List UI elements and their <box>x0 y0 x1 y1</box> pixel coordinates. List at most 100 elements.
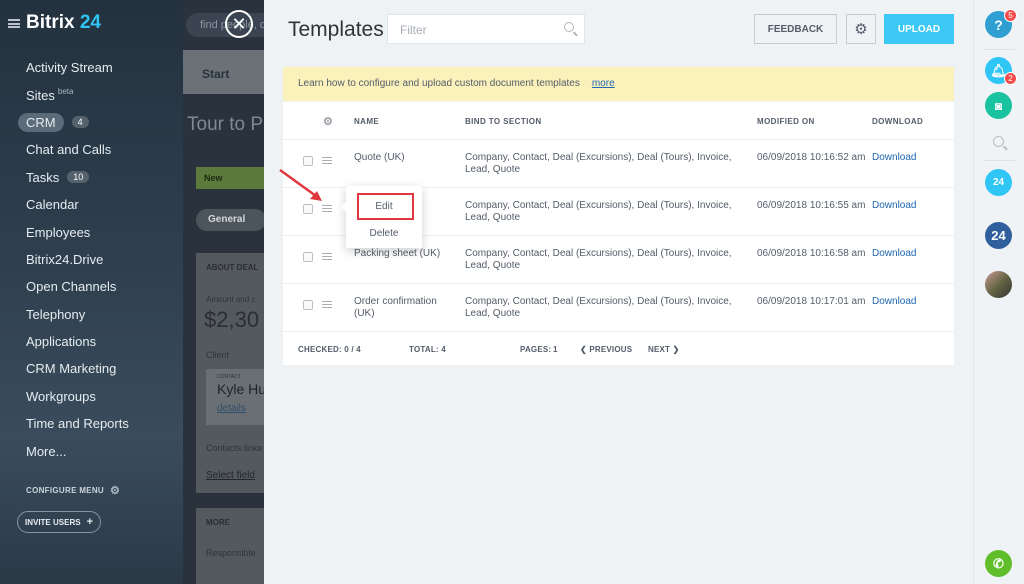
chevron-left-icon: ❮ <box>580 345 590 354</box>
avatar[interactable] <box>985 271 1012 298</box>
notice-more-link[interactable]: more <box>592 78 615 89</box>
checked-count: CHECKED: 0 / 4 <box>298 345 361 354</box>
about-deal-card: ABOUT DEAL Amount and c $2,30 Client CON… <box>196 253 264 493</box>
row-checkbox[interactable] <box>303 252 313 262</box>
upload-button[interactable]: UPLOAD <box>884 14 954 44</box>
sidebar-item-label: More... <box>26 443 67 459</box>
column-bind[interactable]: BIND TO SECTION <box>465 117 542 126</box>
configure-menu[interactable]: CONFIGURE MENU ⚙ <box>26 484 120 497</box>
sidebar-item[interactable]: Telephony <box>26 301 129 328</box>
grid-header: ⚙ NAME BIND TO SECTION MODIFIED ON DOWNL… <box>283 102 954 140</box>
sidebar-item[interactable]: Applications <box>26 328 129 355</box>
logo-text: Bitrix <box>26 12 75 33</box>
total-count: TOTAL: 4 <box>409 345 446 354</box>
sidebar-item-label: Open Channels <box>26 279 117 295</box>
sidebar-item[interactable]: Employees <box>26 218 129 245</box>
sidebar-item-count: 4 <box>71 116 89 129</box>
column-download[interactable]: DOWNLOAD <box>872 117 923 126</box>
left-sidebar: Bitrix 24 Activity Stream Sites beta CRM 4 Ch… <box>0 0 183 584</box>
sidebar-item[interactable]: Sites beta <box>26 81 129 108</box>
app-24-icon[interactable]: 24 <box>985 169 1012 196</box>
column-modified[interactable]: MODIFIED ON <box>757 117 815 126</box>
templates-panel: Templates Filter FEEDBACK ⚙ UPLOAD Learn… <box>264 0 973 584</box>
pages-value: 1 <box>553 345 558 354</box>
row-checkbox[interactable] <box>303 300 313 310</box>
sidebar-item-label: Applications <box>26 334 97 350</box>
chat-icon[interactable]: ◙ <box>985 92 1012 119</box>
row-download-link[interactable]: Download <box>872 152 916 163</box>
next-button[interactable]: NEXT ❯ <box>648 345 679 354</box>
previous-label: PREVIOUS <box>589 345 633 354</box>
details-link[interactable]: details <box>217 403 246 414</box>
about-deal-title: ABOUT DEAL <box>206 263 259 272</box>
info-notice: Learn how to configure and upload custom… <box>283 67 954 101</box>
pages-label: PAGES: <box>520 345 552 354</box>
edit-highlight-box <box>357 193 414 220</box>
toolbar-divider <box>984 160 1015 161</box>
menu-item-delete[interactable]: Delete <box>346 220 422 246</box>
contact-name[interactable]: Kyle Hu <box>217 381 264 397</box>
table-row[interactable]: Quote (UK) Company, Contact, Deal (Excurs… <box>283 140 954 188</box>
row-menu-handle-icon[interactable] <box>322 157 332 164</box>
search-icon[interactable] <box>993 136 1004 147</box>
right-toolbar: ? 5 🔔︎ 2 ◙ 24 24 ✆ <box>973 0 1024 584</box>
column-settings-gear-icon[interactable]: ⚙ <box>323 115 333 128</box>
sidebar-item[interactable]: Chat and Calls <box>26 136 129 163</box>
help-badge: 5 <box>1004 9 1017 22</box>
sidebar-menu: Activity Stream Sites beta CRM 4 Chat and Cal… <box>18 54 129 465</box>
toolbar-divider <box>984 49 1015 50</box>
configure-menu-label: CONFIGURE MENU <box>26 486 104 495</box>
settings-gear-icon[interactable]: ⚙ <box>846 14 876 44</box>
row-bind-section: Company, Contact, Deal (Excursions), Dea… <box>465 152 732 175</box>
sidebar-item[interactable]: CRM 4 <box>18 109 129 136</box>
bitrix24-icon[interactable]: 24 <box>985 222 1012 249</box>
row-menu-handle-icon[interactable] <box>322 301 332 308</box>
sidebar-item[interactable]: Activity Stream <box>26 54 129 81</box>
row-checkbox[interactable] <box>303 156 313 166</box>
app-logo[interactable]: Bitrix 24 <box>26 12 101 34</box>
sidebar-item[interactable]: More... <box>26 437 129 464</box>
notifications-badge: 2 <box>1004 72 1017 85</box>
column-name[interactable]: NAME <box>354 117 379 126</box>
sidebar-item-label: Activity Stream <box>26 60 113 76</box>
row-modified: 06/09/2018 10:16:58 am <box>757 248 866 259</box>
select-field-link[interactable]: Select field <box>206 470 255 481</box>
menu-burger-icon[interactable] <box>8 18 20 28</box>
previous-button[interactable]: ❮ PREVIOUS <box>580 345 632 354</box>
sidebar-item-label: CRM Marketing <box>26 361 117 377</box>
sidebar-item[interactable]: Bitrix24.Drive <box>26 246 129 273</box>
tab-general[interactable]: General <box>196 209 264 231</box>
phone-icon[interactable]: ✆ <box>985 550 1012 577</box>
row-bind-section: Company, Contact, Deal (Excursions), Dea… <box>465 200 732 223</box>
row-menu-handle-icon[interactable] <box>322 205 332 212</box>
sidebar-item-label: Sites <box>26 87 55 103</box>
invite-users-button[interactable]: INVITE USERS + <box>17 511 101 533</box>
sidebar-item[interactable]: Calendar <box>26 191 129 218</box>
row-download-link[interactable]: Download <box>872 296 916 307</box>
client-label: Client <box>206 350 230 360</box>
page-title: Tour to P <box>187 114 264 135</box>
feedback-button[interactable]: FEEDBACK <box>754 14 837 44</box>
row-modified: 06/09/2018 10:16:52 am <box>757 152 866 163</box>
row-modified: 06/09/2018 10:16:55 am <box>757 200 866 211</box>
filter-input[interactable]: Filter <box>387 14 585 44</box>
gear-icon[interactable]: ⚙ <box>110 484 120 497</box>
sidebar-item[interactable]: Tasks 10 <box>26 164 129 191</box>
table-row[interactable]: Order confirmation (UK) Company, Contact,… <box>283 284 954 332</box>
chevron-right-icon: ❯ <box>670 345 680 354</box>
sidebar-item[interactable]: Time and Reports <box>26 410 129 437</box>
row-menu-handle-icon[interactable] <box>322 253 332 260</box>
tab-start[interactable]: Start <box>183 50 264 94</box>
row-bind-section: Company, Contact, Deal (Excursions), Dea… <box>465 248 732 271</box>
amount-value: $2,30 <box>204 307 260 332</box>
row-download-link[interactable]: Download <box>872 248 916 259</box>
close-icon[interactable]: ✕ <box>225 10 253 38</box>
sidebar-item[interactable]: CRM Marketing <box>26 355 129 382</box>
sidebar-item[interactable]: Open Channels <box>26 273 129 300</box>
sidebar-item-sup: beta <box>57 87 74 97</box>
contact-box: CONTACT Kyle Hu details <box>206 369 264 425</box>
search-icon[interactable] <box>564 22 574 32</box>
stage-new[interactable]: New <box>196 167 264 189</box>
sidebar-item[interactable]: Workgroups <box>26 383 129 410</box>
row-download-link[interactable]: Download <box>872 200 916 211</box>
